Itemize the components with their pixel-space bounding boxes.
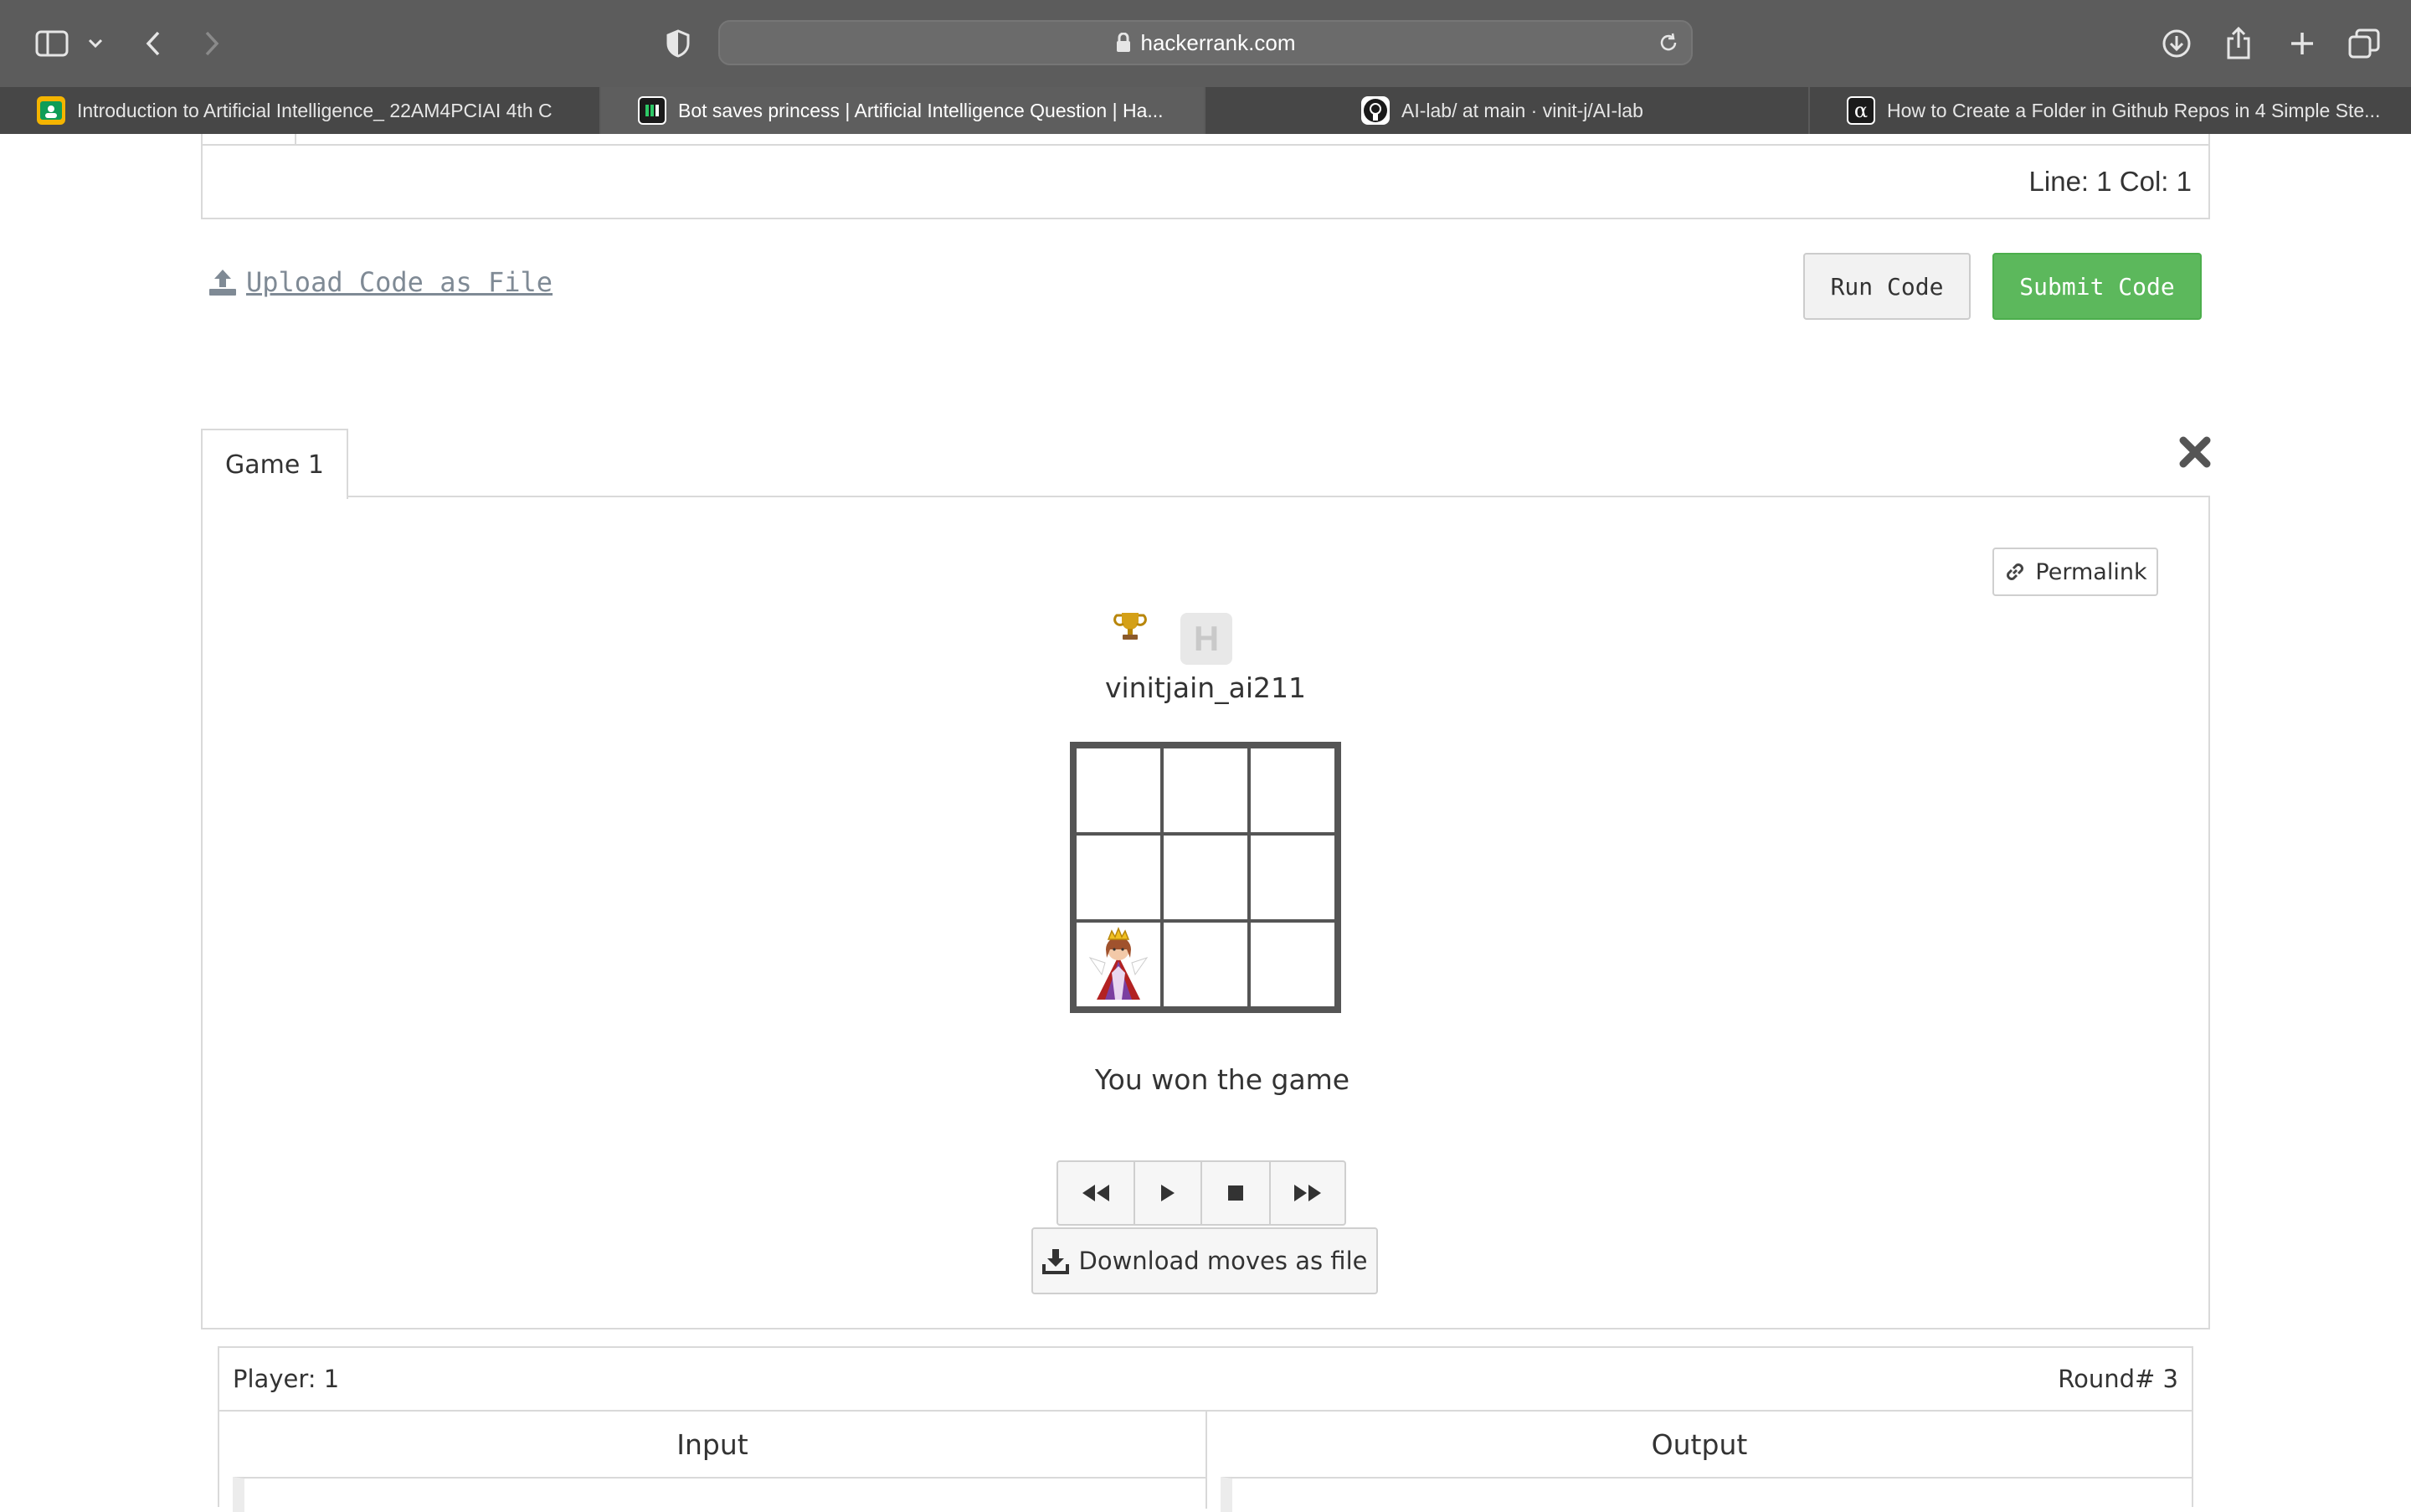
playback-controls	[1056, 1160, 1346, 1226]
board-cell	[1249, 747, 1336, 834]
player-name: vinitjain_ai211	[1104, 671, 1307, 704]
input-column: Input	[219, 1410, 1207, 1512]
sidebar-toggle-icon[interactable]	[33, 25, 70, 62]
download-label: Download moves as file	[1078, 1247, 1368, 1275]
stop-icon	[1228, 1185, 1243, 1201]
browser-tab-classroom[interactable]: Introduction to Artificial Intelligence_…	[0, 87, 601, 134]
tab-label: How to Create a Folder in Github Repos i…	[1887, 99, 2381, 121]
browser-toolbar: hackerrank.com	[0, 0, 2411, 87]
close-icon[interactable]	[2178, 435, 2212, 469]
github-icon	[1361, 96, 1390, 125]
board-cell	[1075, 834, 1162, 921]
output-header: Output	[1651, 1428, 1748, 1461]
board-cell	[1162, 834, 1249, 921]
divider	[203, 144, 2208, 146]
run-code-button[interactable]: Run Code	[1803, 253, 1971, 320]
classroom-icon	[37, 96, 65, 125]
board-cell	[1162, 747, 1249, 834]
tab-label: AI-lab/ at main · vinit-j/AI-lab	[1401, 99, 1643, 121]
io-table-header: Player: 1 Round# 3	[219, 1348, 2192, 1412]
game-board	[1070, 742, 1341, 1013]
trophy-icon	[1113, 609, 1147, 646]
alpha-icon: α	[1847, 96, 1875, 125]
upload-code-link[interactable]: Upload Code as File	[208, 266, 553, 298]
input-header: Input	[676, 1428, 748, 1461]
tab-label: Bot saves princess | Artificial Intellig…	[678, 99, 1164, 121]
privacy-shield-icon[interactable]	[663, 25, 693, 62]
io-table: Player: 1 Round# 3 Input Output	[218, 1346, 2193, 1512]
fast-forward-button[interactable]	[1271, 1162, 1344, 1224]
rewind-button[interactable]	[1058, 1162, 1135, 1224]
player-avatar: H	[1180, 613, 1232, 665]
board-cell	[1075, 747, 1162, 834]
permalink-label: Permalink	[2035, 558, 2147, 585]
back-icon[interactable]	[141, 25, 166, 62]
browser-tab-hackerrank[interactable]: Bot saves princess | Artificial Intellig…	[601, 87, 1206, 134]
round-label: Round# 3	[2058, 1365, 2178, 1393]
download-moves-button[interactable]: Download moves as file	[1031, 1227, 1378, 1294]
cursor-position: Line: 1 Col: 1	[2028, 166, 2192, 197]
tab-overview-icon[interactable]	[2346, 25, 2383, 62]
lock-icon	[1116, 33, 1131, 53]
upload-label: Upload Code as File	[246, 266, 553, 298]
share-icon[interactable]	[2222, 25, 2255, 62]
player-label: Player: 1	[233, 1365, 340, 1393]
tab-bar: Introduction to Artificial Intelligence_…	[0, 87, 2411, 134]
svg-text:α: α	[1854, 99, 1868, 122]
hackerrank-icon	[638, 96, 666, 125]
upload-icon	[209, 270, 236, 296]
browser-tab-alpha[interactable]: α How to Create a Folder in Github Repos…	[1810, 87, 2411, 134]
stop-button[interactable]	[1202, 1162, 1271, 1224]
board-cell	[1075, 921, 1162, 1008]
avatar-letter: H	[1193, 619, 1220, 658]
url-text: hackerrank.com	[1140, 29, 1296, 55]
tab-label: Introduction to Artificial Intelligence_…	[77, 99, 553, 121]
permalink-button[interactable]: Permalink	[1992, 548, 2158, 596]
download-icon	[1041, 1249, 1069, 1274]
board-cell	[1249, 921, 1336, 1008]
new-tab-icon[interactable]	[2285, 25, 2319, 62]
board-cell	[1162, 921, 1249, 1008]
princess-icon	[1088, 926, 1149, 1000]
address-bar[interactable]: hackerrank.com	[718, 20, 1693, 65]
play-button[interactable]	[1135, 1162, 1202, 1224]
board-cell	[1249, 834, 1336, 921]
output-column: Output	[1207, 1410, 2192, 1512]
downloads-icon[interactable]	[2158, 25, 2195, 62]
reload-icon[interactable]	[1658, 32, 1679, 59]
game-result: You won the game	[1094, 1063, 1350, 1096]
play-icon	[1161, 1185, 1175, 1201]
link-icon	[2007, 563, 2024, 580]
editor-status-bar: Line: 1 Col: 1	[201, 134, 2210, 219]
chevron-down-icon[interactable]	[85, 25, 105, 62]
rewind-icon	[1082, 1185, 1109, 1201]
fast-forward-icon	[1294, 1185, 1321, 1201]
submit-code-button[interactable]: Submit Code	[1992, 253, 2202, 320]
tab-game-1[interactable]: Game 1	[201, 429, 348, 499]
browser-tab-github[interactable]: AI-lab/ at main · vinit-j/AI-lab	[1206, 87, 1810, 134]
forward-icon[interactable]	[199, 25, 224, 62]
editor-tab-stub	[203, 134, 296, 146]
